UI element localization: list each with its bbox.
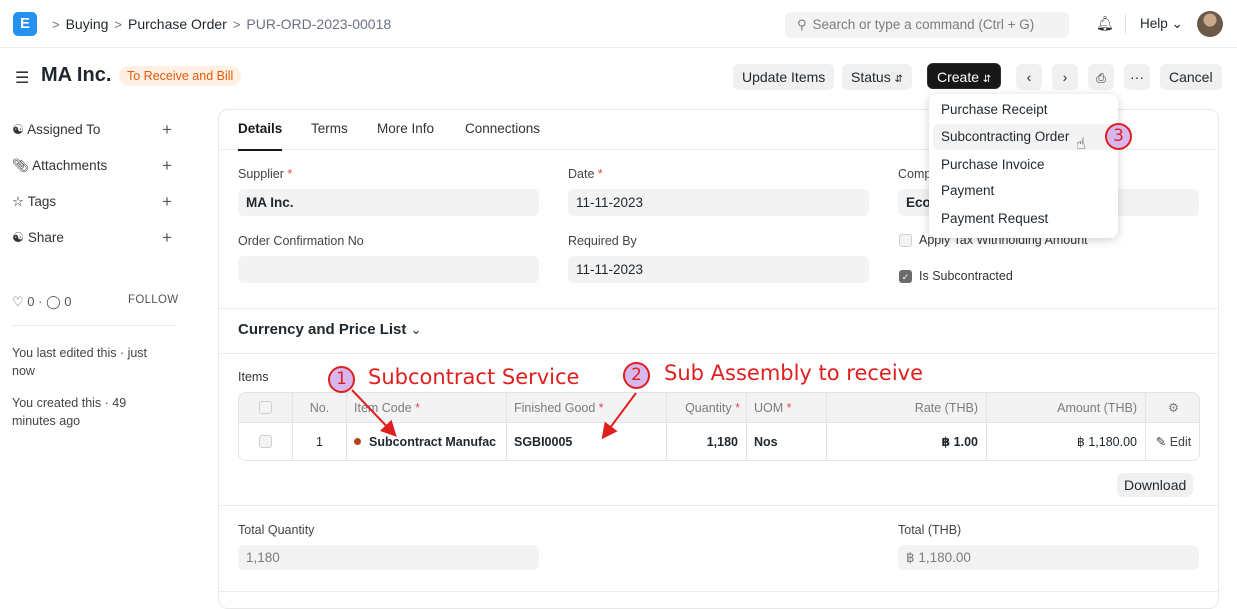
hand-cursor-icon: ☝ xyxy=(1076,136,1086,153)
annotation-arrow-1 xyxy=(351,389,397,437)
annotation-arrow-2 xyxy=(601,392,637,440)
annotation-arrows xyxy=(351,389,637,440)
